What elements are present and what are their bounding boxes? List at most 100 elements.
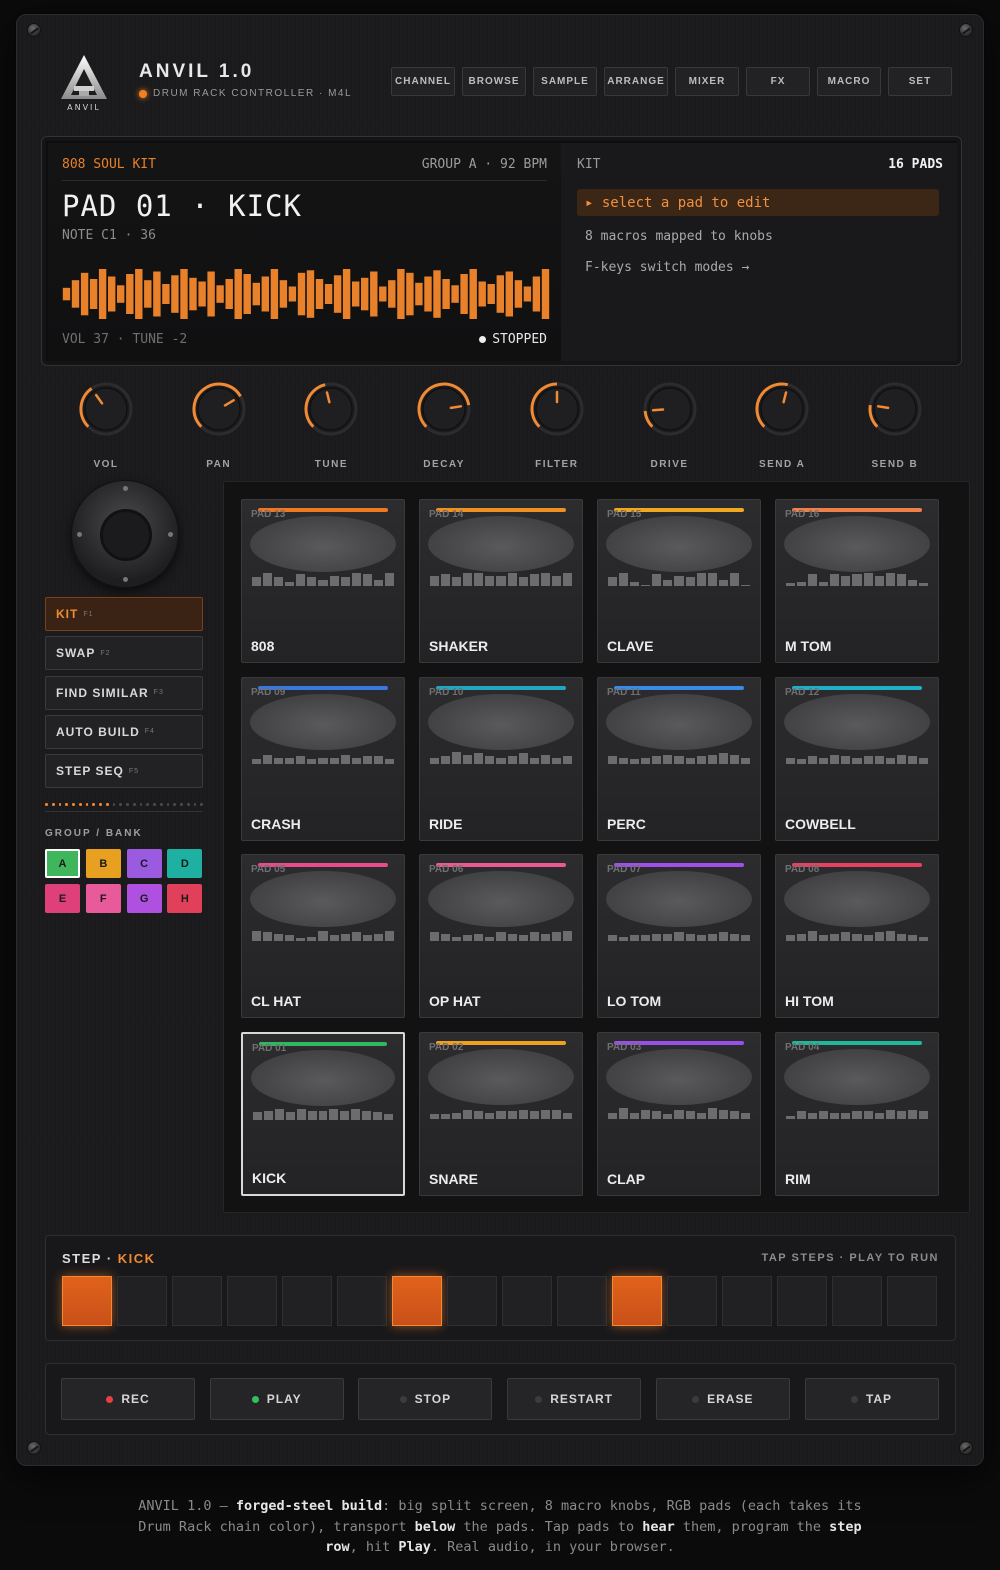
- page-dot: [126, 803, 129, 806]
- nav-sample-button[interactable]: SAMPLE: [533, 67, 597, 96]
- step-5[interactable]: [282, 1276, 332, 1326]
- page-dot: [45, 803, 48, 806]
- meter-bar: [263, 1110, 273, 1120]
- transport-erase-button[interactable]: ERASE: [655, 1378, 790, 1420]
- step-1[interactable]: [62, 1276, 112, 1326]
- pad-op-hat[interactable]: PAD 06 OP HAT: [419, 854, 583, 1018]
- transport-play-button[interactable]: PLAY: [209, 1378, 344, 1420]
- pad-808[interactable]: PAD 13 808: [241, 499, 405, 663]
- group-a-button[interactable]: A: [45, 849, 80, 878]
- step-3[interactable]: [172, 1276, 222, 1326]
- knob-dial-icon: [868, 382, 922, 436]
- knob-filter[interactable]: FILTER: [517, 381, 597, 471]
- jog-pip-icon: [123, 577, 128, 582]
- nav-mixer-button[interactable]: MIXER: [675, 67, 739, 96]
- pad-lo-tom[interactable]: PAD 07 LO TOM: [597, 854, 761, 1018]
- pad-rim[interactable]: PAD 04 RIM: [775, 1031, 939, 1196]
- meter-bar: [474, 1111, 484, 1119]
- transport-stop-button[interactable]: STOP: [358, 1378, 493, 1420]
- meter-bar: [384, 1113, 393, 1120]
- meter-bar: [830, 1112, 840, 1119]
- pad-crash[interactable]: PAD 09 CRASH: [241, 676, 405, 841]
- pad-shaker[interactable]: PAD 14 SHAKER: [419, 499, 583, 663]
- mode-kit-button[interactable]: KIT F1: [45, 597, 203, 631]
- waveform-bar: [541, 269, 550, 319]
- group-b-button[interactable]: B: [85, 849, 121, 878]
- meter-bar: [540, 572, 550, 586]
- mode-auto-build-button[interactable]: AUTO BUILD F4: [45, 714, 203, 749]
- waveform-bar: [252, 282, 260, 306]
- nav-set-button[interactable]: SET: [888, 67, 952, 96]
- knob-drive[interactable]: DRIVE: [630, 381, 710, 471]
- knob-decay[interactable]: DECAY: [404, 381, 484, 471]
- pad-clave[interactable]: PAD 15 CLAVE: [597, 499, 761, 663]
- knob-send-b[interactable]: SEND B: [855, 381, 935, 471]
- meter-bar: [562, 756, 573, 764]
- group-h-button[interactable]: H: [167, 884, 203, 913]
- meter-bar: [373, 756, 383, 764]
- pad-cl-hat[interactable]: PAD 05 CL HAT: [241, 854, 405, 1018]
- nav-channel-button[interactable]: CHANNEL: [391, 67, 455, 96]
- group-c-button[interactable]: C: [126, 849, 162, 878]
- step-12[interactable]: [667, 1276, 717, 1326]
- pad-perc[interactable]: PAD 11 PERC: [597, 676, 761, 841]
- pad-hi-tom[interactable]: PAD 08 HI TOM: [775, 854, 939, 1018]
- nav-arrange-button[interactable]: ARRANGE: [604, 67, 668, 96]
- knob-pan[interactable]: PAN: [179, 381, 259, 471]
- pad-kick[interactable]: PAD 01 KICK: [241, 1031, 405, 1196]
- step-11[interactable]: [612, 1276, 662, 1326]
- meter-bar: [885, 1109, 895, 1119]
- meter-bar: [707, 572, 717, 586]
- step-16[interactable]: [887, 1276, 937, 1326]
- meter-bar: [907, 580, 917, 586]
- meter-bar: [441, 574, 451, 586]
- nav-macro-button[interactable]: MACRO: [817, 67, 881, 96]
- group-g-button[interactable]: G: [126, 884, 162, 913]
- group-e-button[interactable]: E: [45, 884, 80, 913]
- nav-browse-button[interactable]: BROWSE: [462, 67, 526, 96]
- step-9[interactable]: [502, 1276, 552, 1326]
- knob-vol[interactable]: VOL: [66, 381, 146, 471]
- mode-step-seq-button[interactable]: STEP SEQ F5: [45, 754, 203, 789]
- meter-bar: [819, 935, 829, 941]
- meter-bar: [496, 575, 506, 586]
- group-d-button[interactable]: D: [167, 849, 203, 878]
- mode-swap-button[interactable]: SWAP F2: [45, 636, 203, 671]
- mode-find-similar-button[interactable]: FIND SIMILAR F3: [45, 675, 203, 710]
- meter-bar: [786, 1115, 796, 1119]
- step-6[interactable]: [337, 1276, 387, 1326]
- meter-bar: [907, 1109, 917, 1119]
- caption-text: , hit: [349, 1539, 399, 1555]
- hint-active[interactable]: ▸ select a pad to edit: [577, 189, 939, 216]
- pad-ride[interactable]: PAD 10 RIDE: [419, 676, 583, 841]
- meter-bar: [630, 759, 640, 764]
- step-15[interactable]: [832, 1276, 882, 1326]
- transport-rec-button[interactable]: REC: [61, 1378, 195, 1420]
- step-10[interactable]: [557, 1276, 607, 1326]
- transport-restart-button[interactable]: RESTART: [507, 1378, 642, 1420]
- pad-clap[interactable]: PAD 03 CLAP: [597, 1031, 761, 1196]
- step-4[interactable]: [227, 1276, 277, 1326]
- group-f-button[interactable]: F: [85, 884, 121, 913]
- knob-send-a[interactable]: SEND A: [742, 381, 822, 471]
- step-8[interactable]: [447, 1276, 497, 1326]
- meter-bar: [507, 1111, 517, 1119]
- step-7[interactable]: [392, 1276, 442, 1326]
- step-14[interactable]: [777, 1276, 827, 1326]
- pad-m-tom[interactable]: PAD 16 M TOM: [775, 499, 939, 663]
- step-13[interactable]: [722, 1276, 772, 1326]
- meter-bar: [808, 930, 818, 941]
- jog-wheel[interactable]: [71, 480, 179, 588]
- waveform-bar: [496, 275, 504, 313]
- meter-bar: [285, 581, 295, 586]
- page-dot: [105, 803, 109, 806]
- transport-tap-button[interactable]: TAP: [804, 1378, 939, 1420]
- step-2[interactable]: [117, 1276, 167, 1326]
- knob-tune[interactable]: TUNE: [291, 381, 371, 471]
- pad-cowbell[interactable]: PAD 12 COWBELL: [775, 676, 939, 841]
- device-panel: ANVIL ANVIL 1.0 DRUM RACK CONTROLLER · M…: [16, 14, 984, 1466]
- pad-snare[interactable]: PAD 02 SNARE: [419, 1031, 583, 1196]
- meter-bar: [362, 1110, 372, 1120]
- nav-fx-button[interactable]: FX: [746, 67, 810, 96]
- waveform-bar: [153, 271, 161, 317]
